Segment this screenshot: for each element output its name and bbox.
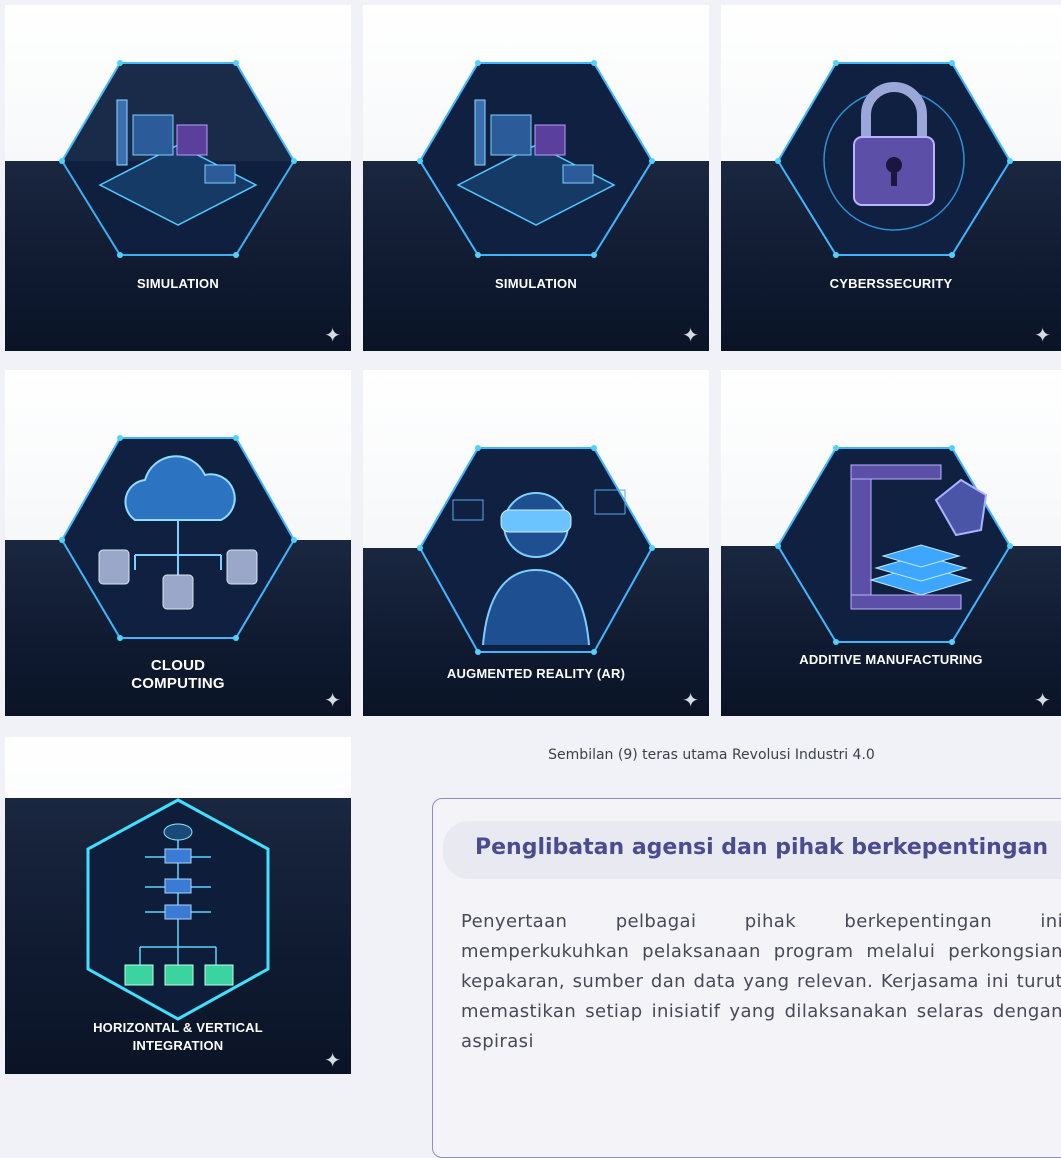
sparkle-icon: ✦ bbox=[324, 1048, 341, 1072]
tile-label: HORIZONTAL & VERTICAL bbox=[93, 1020, 263, 1035]
tile-additive-manufacturing[interactable]: ADDITIVE MANUFACTURING ✦ bbox=[721, 370, 1061, 716]
tile-label: ADDITIVE MANUFACTURING bbox=[799, 652, 983, 667]
tile-label: SIMULATION bbox=[137, 276, 219, 291]
figure-caption: Sembilan (9) teras utama Revolusi Indust… bbox=[548, 747, 875, 763]
tile-horizontal-vertical-integration[interactable]: HORIZONTAL & VERTICAL INTEGRATION ✦ bbox=[5, 737, 351, 1074]
factory-icon bbox=[59, 60, 297, 258]
sparkle-icon: ✦ bbox=[324, 688, 341, 712]
sparkle-icon: ✦ bbox=[682, 323, 699, 347]
section-card: Penglibatan agensi dan pihak berkepentin… bbox=[432, 798, 1061, 1158]
section-body: Penyertaan pelbagai pihak berkepentingan… bbox=[461, 911, 1061, 1052]
sparkle-icon: ✦ bbox=[1034, 688, 1051, 712]
tile-cloud-computing[interactable]: CLOUD COMPUTING ✦ bbox=[5, 370, 351, 716]
tile-cybersecurity[interactable]: CYBERSSECURITY ✦ bbox=[721, 5, 1061, 351]
sparkle-icon: ✦ bbox=[324, 323, 341, 347]
tile-label: SIMULATION bbox=[495, 276, 577, 291]
tile-label: AUGMENTED REALITY (AR) bbox=[446, 666, 626, 681]
sparkle-icon: ✦ bbox=[682, 688, 699, 712]
tile-label: COMPUTING bbox=[131, 675, 225, 692]
tile-label: CYBERSSECURITY bbox=[829, 276, 953, 291]
sparkle-icon: ✦ bbox=[1034, 323, 1051, 347]
padlock-icon bbox=[775, 60, 1013, 258]
tile-label: INTEGRATION bbox=[132, 1038, 224, 1053]
factory-icon bbox=[417, 60, 655, 258]
tile-augmented-reality[interactable]: AUGMENTED REALITY (AR) ✦ bbox=[363, 370, 709, 716]
tile-label: CLOUD bbox=[150, 657, 206, 674]
tile-simulation-1[interactable]: SIMULATION ✦ bbox=[5, 5, 351, 351]
section-heading: Penglibatan agensi dan pihak berkepentin… bbox=[475, 835, 1049, 860]
tile-simulation-2[interactable]: SIMULATION ✦ bbox=[363, 5, 709, 351]
